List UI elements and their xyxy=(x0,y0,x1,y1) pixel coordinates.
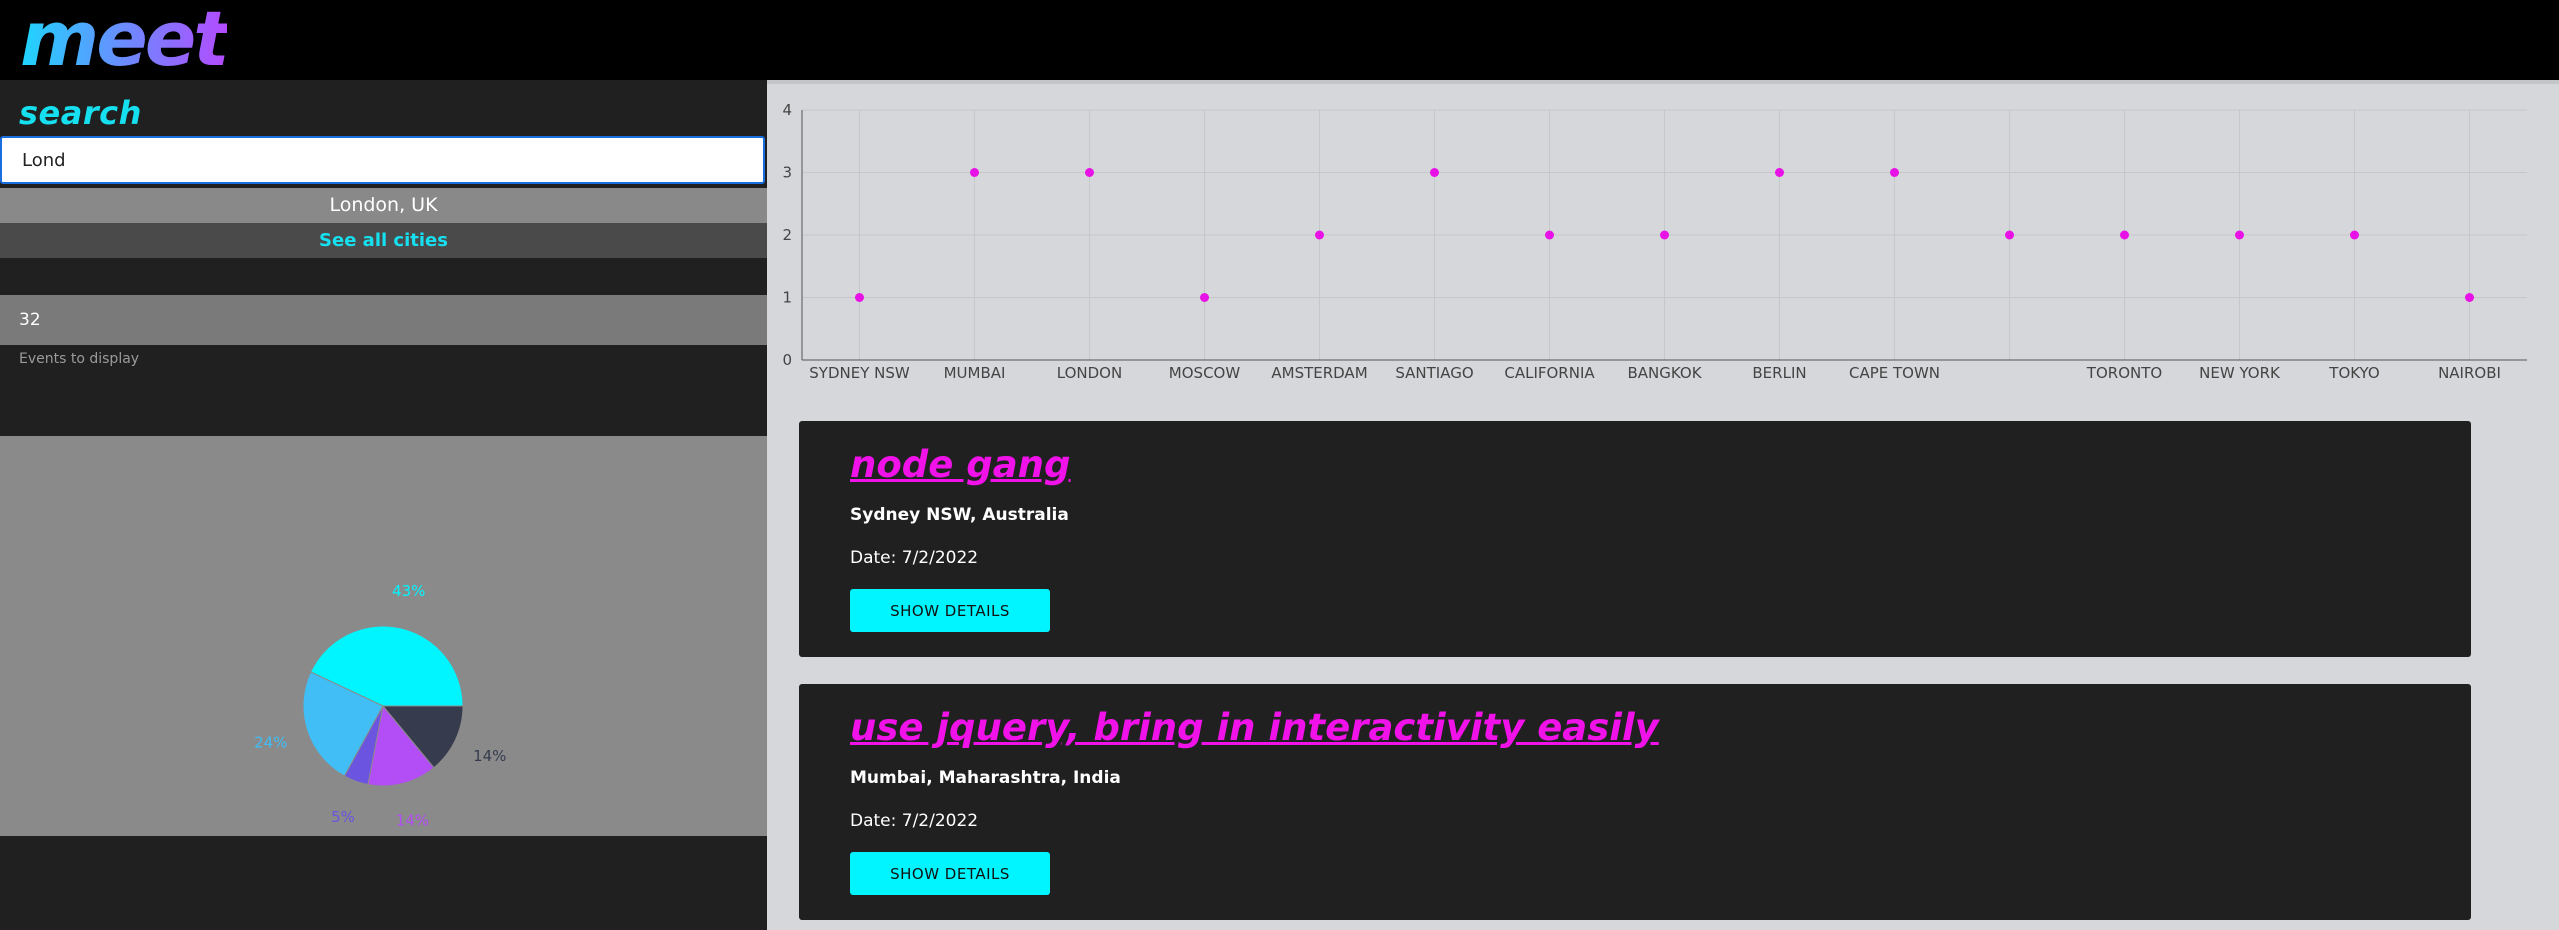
x-tick-label: TORONTO xyxy=(2086,364,2162,382)
pie-percent-label: 14% xyxy=(396,811,429,829)
x-tick-label: MOSCOW xyxy=(1169,364,1241,382)
event-location: Mumbai, Maharashtra, India xyxy=(850,768,1121,788)
y-tick-label: 3 xyxy=(782,164,792,182)
y-tick-label: 2 xyxy=(782,226,792,244)
x-tick-label: CAPE TOWN xyxy=(1849,364,1940,382)
pie-percent-label: 5% xyxy=(331,808,355,826)
y-tick-label: 4 xyxy=(782,101,792,119)
x-tick-label: SANTIAGO xyxy=(1395,364,1473,382)
x-tick-label: BANGKOK xyxy=(1627,364,1702,382)
scatter-point xyxy=(1200,293,1209,302)
show-details-button[interactable]: SHOW DETAILS xyxy=(850,852,1050,895)
scatter-point xyxy=(1660,230,1669,240)
genre-pie-chart: 43%24%5%14%14%ReactJavaScriptNodejQueryA… xyxy=(171,582,579,909)
x-tick-label: SYDNEY NSW xyxy=(809,364,910,382)
events-scatter-chart: 0 1 2 3 4 SYDNEY NSW MUMBAI LONDON MOSCOW AMSTERD… xyxy=(782,101,2527,382)
x-tick-label: NEW YORK xyxy=(2199,364,2281,382)
genre-pie-panel: 43%24%5%14%14%ReactJavaScriptNodejQueryA… xyxy=(0,436,767,909)
city-suggestion-item[interactable]: London, UK xyxy=(0,188,767,223)
x-tick-label: BERLIN xyxy=(1752,364,1806,382)
scatter-point xyxy=(2005,230,2014,240)
scatter-point xyxy=(970,168,979,177)
scatter-point xyxy=(1890,168,1899,177)
city-search-input[interactable] xyxy=(0,136,765,184)
y-tick-label: 0 xyxy=(782,351,792,369)
event-title[interactable]: use jquery, bring in interactivity easil… xyxy=(850,706,1659,749)
event-date: Date: 7/2/2022 xyxy=(850,548,979,568)
top-bar: meet xyxy=(0,0,2559,83)
pie-percent-label: 24% xyxy=(254,733,287,751)
scatter-point xyxy=(1545,230,1554,240)
number-of-events-label: Events to display xyxy=(19,351,140,367)
x-tick-label: NAIROBI xyxy=(2438,364,2501,382)
scatter-point xyxy=(2465,293,2474,302)
number-of-events-input[interactable] xyxy=(0,295,767,345)
x-tick-label: CALIFORNIA xyxy=(1504,364,1595,382)
event-date: Date: 7/2/2022 xyxy=(850,811,979,831)
event-card: use jquery, bring in interactivity easil… xyxy=(799,684,2471,920)
see-all-cities-item[interactable]: See all cities xyxy=(0,223,767,258)
y-tick-label: 1 xyxy=(782,289,792,307)
x-tick-label: LONDON xyxy=(1057,364,1122,382)
search-title: search xyxy=(19,94,142,132)
scatter-point xyxy=(2120,230,2129,240)
scatter-point xyxy=(1315,230,1324,240)
scatter-point xyxy=(1085,168,1094,177)
event-card: node gang Sydney NSW, Australia Date: 7/… xyxy=(799,421,2471,657)
scatter-point xyxy=(2235,230,2244,240)
show-details-button[interactable]: SHOW DETAILS xyxy=(850,589,1050,632)
pie-percent-label: 43% xyxy=(392,582,425,600)
event-location: Sydney NSW, Australia xyxy=(850,505,1069,525)
x-tick-label: TOKYO xyxy=(2328,364,2379,382)
x-tick-label: AMSTERDAM xyxy=(1271,364,1367,382)
scatter-point xyxy=(1430,168,1439,177)
scatter-point xyxy=(1775,168,1784,177)
scatter-point xyxy=(2350,230,2359,240)
scatter-point xyxy=(855,293,864,302)
sidebar: search London, UK See all cities Events … xyxy=(0,80,767,930)
main-content: 0 1 2 3 4 SYDNEY NSW MUMBAI LONDON MOSCOW AMSTERD… xyxy=(767,80,2559,930)
event-title[interactable]: node gang xyxy=(850,443,1071,486)
app-logo: meet xyxy=(20,0,230,83)
x-tick-label: MUMBAI xyxy=(944,364,1006,382)
pie-percent-label: 14% xyxy=(473,747,506,765)
